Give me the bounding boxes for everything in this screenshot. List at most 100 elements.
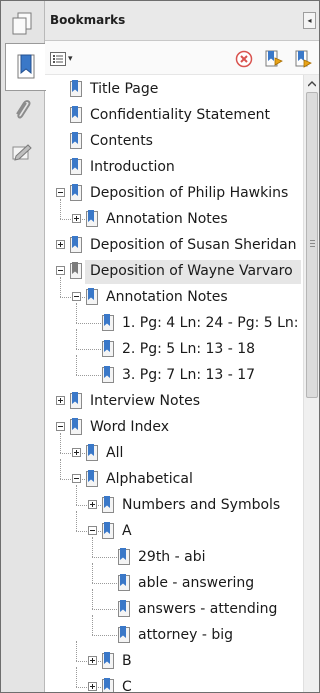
bookmark-row[interactable]: Annotation Notes [45, 208, 303, 230]
bookmark-ribbon-icon [101, 365, 115, 385]
options-menu-button[interactable]: ▾ [50, 50, 73, 68]
bookmark-row[interactable]: B [45, 650, 303, 672]
bookmark-label: Deposition of Susan Sheridan [90, 237, 297, 253]
bookmark-tree: Title Page Confidentiality Statement Conte… [45, 75, 303, 692]
bookmark-label: C [122, 679, 132, 692]
bookmark-row[interactable]: Introduction [45, 156, 303, 178]
expand-icon[interactable] [56, 240, 65, 249]
bookmark-row[interactable]: answers - attending [45, 598, 303, 620]
bookmark-icon[interactable] [5, 43, 46, 91]
bookmark-label: A [122, 523, 132, 539]
bookmark-row[interactable]: Contents [45, 130, 303, 152]
bookmark-ribbon-icon [101, 339, 115, 359]
bookmark-row[interactable]: Confidentiality Statement [45, 104, 303, 126]
bookmark-label: 29th - abi [138, 549, 206, 565]
bookmark-row[interactable]: Deposition of Susan Sheridan [45, 234, 303, 256]
bookmark-label: Introduction [90, 159, 175, 175]
bookmark-label: able - answering [138, 575, 255, 591]
expand-icon[interactable] [72, 448, 81, 457]
bookmark-ribbon-icon [117, 599, 131, 619]
expand-icon[interactable] [88, 656, 97, 665]
bookmark-ribbon-icon [69, 417, 83, 437]
new-bookmark-icon[interactable] [263, 49, 283, 69]
bookmark-row[interactable]: Deposition of Wayne Varvaro [45, 260, 303, 284]
bookmark-label: B [122, 653, 132, 669]
scroll-thumb[interactable] [306, 92, 318, 398]
bookmark-label: Title Page [90, 81, 159, 97]
bookmark-ribbon-icon [69, 235, 83, 255]
collapse-arrow-icon: ◂ [307, 16, 312, 25]
bookmark-ribbon-icon [69, 157, 83, 177]
bookmark-ribbon-icon [101, 495, 115, 515]
bookmark-label: Alphabetical [106, 471, 193, 487]
bookmark-ribbon-icon [101, 677, 115, 692]
collapse-icon[interactable] [56, 266, 65, 275]
bookmark-row[interactable]: Numbers and Symbols [45, 494, 303, 516]
bookmark-ribbon-icon [101, 521, 115, 541]
bookmark-ribbon-icon [69, 261, 83, 281]
bookmark-label: attorney - big [138, 627, 234, 643]
collapse-icon[interactable] [72, 292, 81, 301]
bookmark-label: Deposition of Wayne Varvaro [90, 263, 293, 279]
bookmark-row[interactable]: 1. Pg: 4 Ln: 24 - Pg: 5 Ln: 4 [45, 312, 303, 334]
bookmark-row[interactable]: attorney - big [45, 624, 303, 646]
bookmark-row[interactable]: Annotation Notes [45, 286, 303, 308]
collapse-icon[interactable] [72, 474, 81, 483]
bookmark-row[interactable]: 2. Pg: 5 Ln: 13 - 18 [45, 338, 303, 360]
bookmark-row[interactable]: Word Index [45, 416, 303, 438]
bookmarks-toolbar: ▾ [45, 41, 319, 75]
bookmark-ribbon-icon [117, 573, 131, 593]
delete-bookmark-icon[interactable] [234, 49, 254, 69]
options-menu-icon [50, 52, 66, 66]
bookmark-ribbon-icon [101, 651, 115, 671]
bookmark-label: 1. Pg: 4 Ln: 24 - Pg: 5 Ln: 4 [122, 315, 303, 331]
bookmark-row[interactable]: Interview Notes [45, 390, 303, 412]
scroll-up-button[interactable] [304, 75, 319, 92]
bookmark-row[interactable]: 29th - abi [45, 546, 303, 568]
bookmark-ribbon-icon [85, 443, 99, 463]
bookmark-label: 3. Pg: 7 Ln: 13 - 17 [122, 367, 256, 383]
bookmark-row[interactable]: Deposition of Philip Hawkins [45, 182, 303, 204]
bookmark-label: Annotation Notes [106, 289, 228, 305]
bookmark-label: Deposition of Philip Hawkins [90, 185, 289, 201]
expand-bookmark-icon[interactable] [293, 49, 313, 69]
bookmark-ribbon-icon [85, 469, 99, 489]
paperclip-icon[interactable] [5, 93, 39, 127]
bookmark-label: Contents [90, 133, 153, 149]
bookmark-label: Annotation Notes [106, 211, 228, 227]
collapse-icon[interactable] [88, 526, 97, 535]
bookmark-ribbon-icon [69, 79, 83, 99]
bookmark-row[interactable]: 3. Pg: 7 Ln: 13 - 17 [45, 364, 303, 386]
bookmark-row[interactable]: Alphabetical [45, 468, 303, 490]
vertical-scrollbar[interactable] [303, 75, 319, 692]
pages-icon[interactable] [5, 7, 39, 41]
bookmark-ribbon-icon [69, 391, 83, 411]
bookmark-ribbon-icon [117, 547, 131, 567]
bookmark-row[interactable]: C [45, 676, 303, 692]
panel-title: Bookmarks [50, 13, 126, 27]
bookmark-row[interactable]: A [45, 520, 303, 542]
bookmark-label: Word Index [90, 419, 169, 435]
navigation-rail [1, 1, 46, 692]
bookmark-label: Confidentiality Statement [90, 107, 271, 123]
collapse-panel-button[interactable]: ◂ [303, 12, 316, 29]
expand-icon[interactable] [72, 214, 81, 223]
panel-header: Bookmarks ◂ [45, 1, 319, 41]
dropdown-arrow-icon: ▾ [68, 54, 73, 64]
bookmark-row[interactable]: All [45, 442, 303, 464]
bookmark-ribbon-icon [85, 287, 99, 307]
expand-icon[interactable] [56, 396, 65, 405]
expand-icon[interactable] [88, 500, 97, 509]
bookmark-row[interactable]: able - answering [45, 572, 303, 594]
bookmark-ribbon-icon [69, 105, 83, 125]
expand-icon[interactable] [88, 682, 97, 691]
bookmark-ribbon-icon [85, 209, 99, 229]
bookmark-ribbon-icon [69, 183, 83, 203]
collapse-icon[interactable] [56, 188, 65, 197]
signature-icon[interactable] [5, 137, 39, 171]
bookmark-row[interactable]: Title Page [45, 78, 303, 100]
bookmark-label: Numbers and Symbols [122, 497, 281, 513]
bookmark-ribbon-icon [101, 313, 115, 333]
bookmark-ribbon-icon [117, 625, 131, 645]
collapse-icon[interactable] [56, 422, 65, 431]
